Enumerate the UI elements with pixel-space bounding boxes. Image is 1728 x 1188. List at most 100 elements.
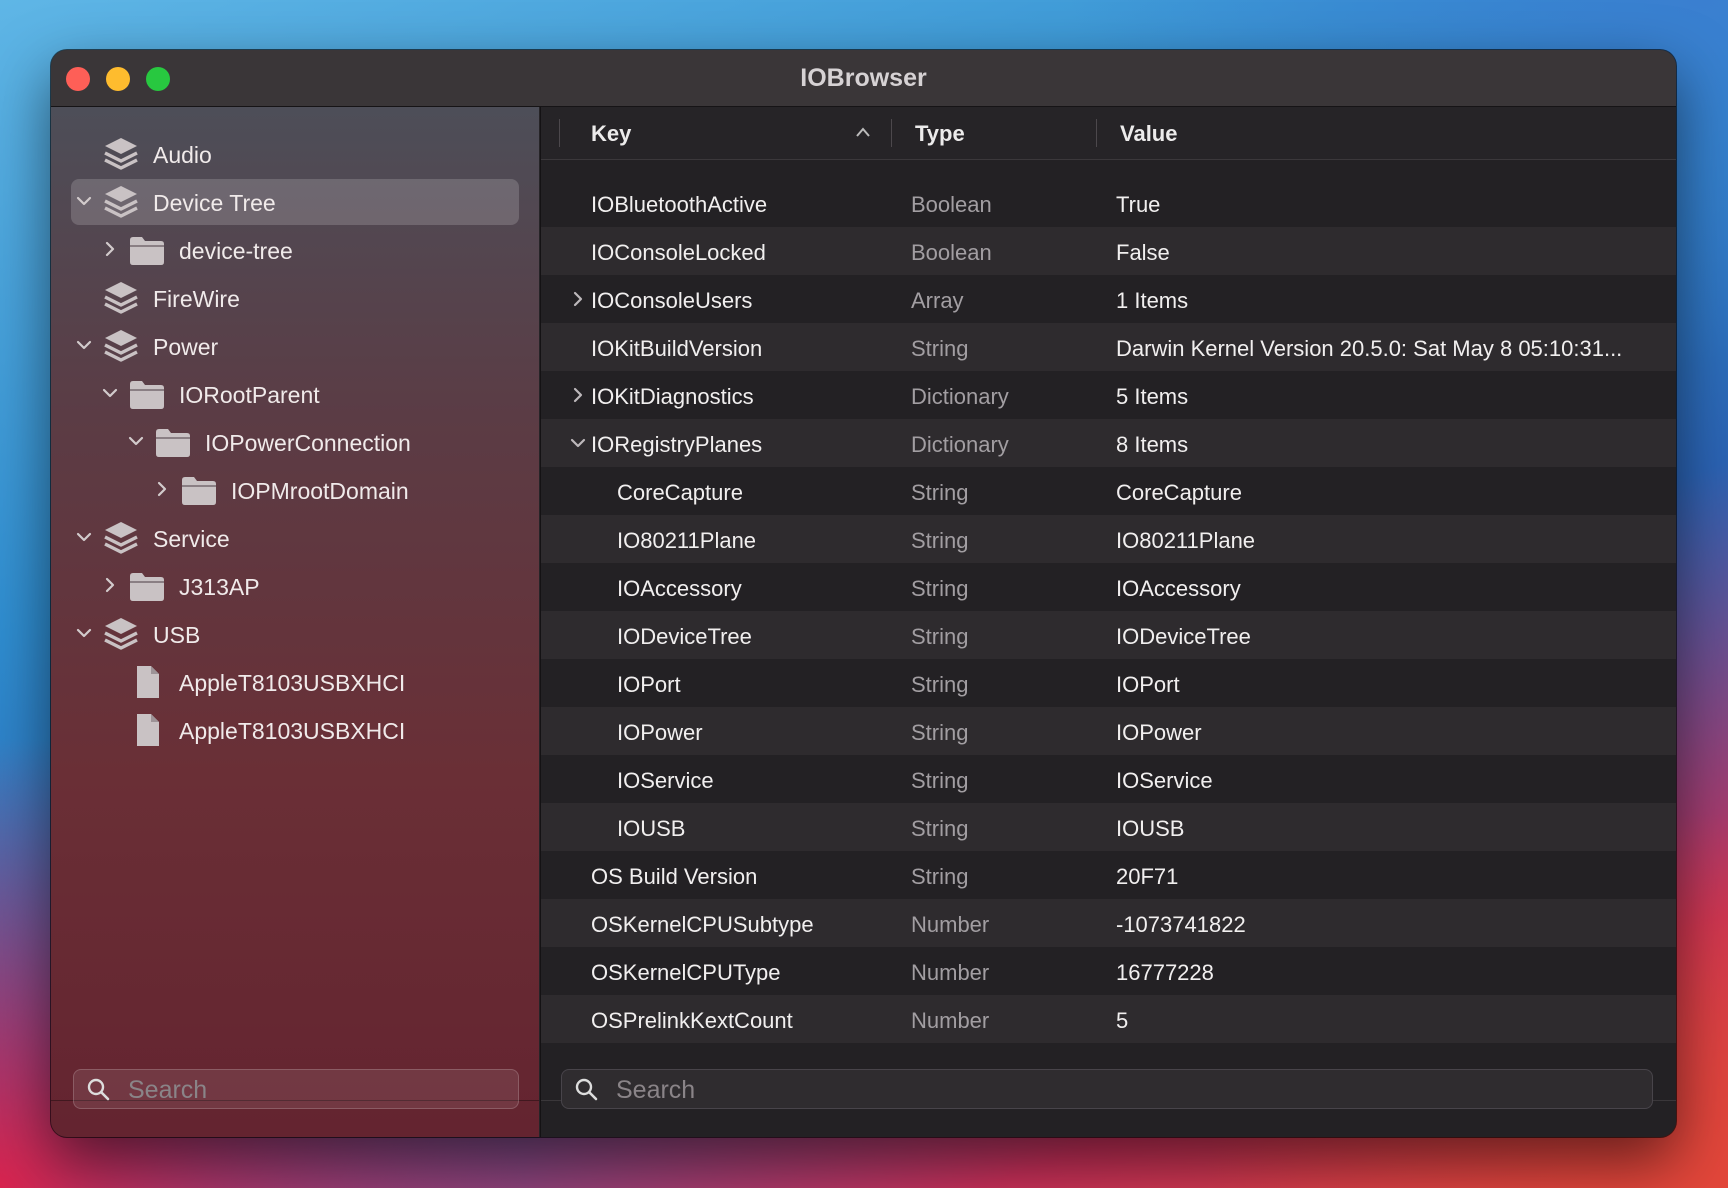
table-row[interactable]: IOConsoleUsers Array 1 Items	[541, 275, 1676, 323]
table-row[interactable]: IOBluetoothActive Boolean True	[541, 179, 1676, 227]
sidebar-item[interactable]: Audio	[71, 131, 519, 177]
sidebar-search-input[interactable]	[126, 1073, 486, 1107]
column-divider[interactable]	[1096, 119, 1097, 147]
cell-value: IOUSB	[1116, 816, 1185, 841]
cell-key: IOKitBuildVersion	[591, 336, 763, 361]
sidebar-item[interactable]: AppleT8103USBXHCI	[71, 707, 519, 753]
sidebar-item[interactable]: IORootParent	[71, 371, 519, 417]
cell-type: Boolean	[911, 192, 992, 217]
column-header-type[interactable]: Type	[915, 121, 965, 147]
chevron-right-icon[interactable]	[100, 575, 122, 597]
sidebar-item-label: USB	[153, 622, 201, 648]
column-header-key[interactable]: Key	[591, 121, 631, 147]
cell-key: IOService	[617, 768, 714, 793]
table-row[interactable]: IOService String IOService	[541, 755, 1676, 803]
table-row[interactable]: OSKernelCPUSubtype Number -1073741822	[541, 899, 1676, 947]
cell-key: OSKernelCPUSubtype	[591, 912, 814, 937]
cell-type: Dictionary	[911, 432, 1009, 457]
cell-type: Dictionary	[911, 384, 1009, 409]
folder-icon	[127, 232, 167, 268]
table-row[interactable]: OS Build Version String 20F71	[541, 851, 1676, 899]
sidebar-item[interactable]: Device Tree	[71, 179, 519, 225]
chevron-down-icon[interactable]	[126, 431, 148, 453]
sidebar-item[interactable]: Power	[71, 323, 519, 369]
table-row[interactable]: IOPort String IOPort	[541, 659, 1676, 707]
sidebar-search-field[interactable]	[73, 1069, 519, 1109]
layers-icon	[101, 328, 141, 364]
folder-icon	[153, 424, 193, 460]
layers-icon	[101, 136, 141, 172]
table-row[interactable]: OSKernelCPUType Number 16777228	[541, 947, 1676, 995]
cell-value: False	[1116, 240, 1170, 265]
chevron-down-icon[interactable]	[568, 433, 588, 453]
sidebar-item-label: Power	[153, 334, 219, 360]
table-row[interactable]: IO80211Plane String IO80211Plane	[541, 515, 1676, 563]
column-divider[interactable]	[891, 119, 892, 147]
sidebar-item-label: IOPowerConnection	[205, 430, 411, 456]
table-row[interactable]: IODeviceTree String IODeviceTree	[541, 611, 1676, 659]
cell-value: 20F71	[1116, 864, 1179, 889]
sidebar-item[interactable]: USB	[71, 611, 519, 657]
cell-key: OS Build Version	[591, 864, 758, 889]
cell-value: IOAccessory	[1116, 576, 1241, 601]
sidebar-item-label: IORootParent	[179, 382, 320, 408]
sidebar-item[interactable]: device-tree	[71, 227, 519, 273]
cell-value: True	[1116, 192, 1161, 217]
sidebar-item-label: device-tree	[179, 238, 293, 264]
table-row[interactable]: IOAccessory String IOAccessory	[541, 563, 1676, 611]
cell-value: IOPower	[1116, 720, 1202, 745]
sidebar-item[interactable]: IOPowerConnection	[71, 419, 519, 465]
sidebar-item-label: IOPMrootDomain	[231, 478, 409, 504]
sidebar-item[interactable]: AppleT8103USBXHCI	[71, 659, 519, 705]
chevron-right-icon[interactable]	[568, 289, 588, 309]
cell-type: String	[911, 864, 969, 889]
chevron-down-icon[interactable]	[74, 527, 96, 549]
sidebar-item-label: AppleT8103USBXHCI	[179, 670, 406, 696]
table-row[interactable]: OSPrelinkKextCount Number 5	[541, 995, 1676, 1043]
table-row[interactable]: CoreCapture String CoreCapture	[541, 467, 1676, 515]
table-row[interactable]: IORegistryPlanes Dictionary 8 Items	[541, 419, 1676, 467]
cell-type: String	[911, 576, 969, 601]
layers-icon	[101, 280, 141, 316]
search-icon	[575, 1078, 598, 1101]
chevron-right-icon[interactable]	[568, 385, 588, 405]
table-row[interactable]: IOKitBuildVersion String Darwin Kernel Ver…	[541, 323, 1676, 371]
cell-value: 5	[1116, 1008, 1129, 1033]
properties-search-input[interactable]	[614, 1073, 1490, 1107]
table-row[interactable]: IOPower String IOPower	[541, 707, 1676, 755]
sidebar: Audio Device Tree device-tree FireWire Power…	[51, 107, 539, 1137]
sidebar-item[interactable]: FireWire	[71, 275, 519, 321]
sidebar-item[interactable]: J313AP	[71, 563, 519, 609]
sort-ascending-icon[interactable]	[855, 125, 871, 139]
cell-type: String	[911, 720, 969, 745]
table-row[interactable]: IOConsoleLocked Boolean False	[541, 227, 1676, 275]
sidebar-item[interactable]: IOPMrootDomain	[71, 467, 519, 513]
cell-value: Darwin Kernel Version 20.5.0: Sat May 8 …	[1116, 336, 1623, 361]
chevron-right-icon[interactable]	[152, 479, 174, 501]
sidebar-item[interactable]: Service	[71, 515, 519, 561]
cell-value: 8 Items	[1116, 432, 1189, 457]
cell-value: 1 Items	[1116, 288, 1189, 313]
sidebar-item-label: Service	[153, 526, 230, 552]
chevron-down-icon[interactable]	[74, 191, 96, 213]
title-bar: IOBrowser	[51, 50, 1676, 107]
cell-value: 5 Items	[1116, 384, 1189, 409]
table-row[interactable]: IOKitDiagnostics Dictionary 5 Items	[541, 371, 1676, 419]
window-title: IOBrowser	[800, 64, 927, 92]
properties-search-field[interactable]	[561, 1069, 1653, 1109]
cell-value: IOService	[1116, 768, 1213, 793]
table-row[interactable]: IOUSB String IOUSB	[541, 803, 1676, 851]
chevron-down-icon[interactable]	[100, 383, 122, 405]
cell-key: IOConsoleUsers	[591, 288, 753, 313]
plane-tree: Audio Device Tree device-tree FireWire Power…	[51, 107, 539, 1097]
sidebar-item-label: FireWire	[153, 286, 240, 312]
cell-key: IOBluetoothActive	[591, 192, 768, 217]
chevron-down-icon[interactable]	[74, 623, 96, 645]
chevron-right-icon[interactable]	[100, 239, 122, 261]
cell-value: IODeviceTree	[1116, 624, 1251, 649]
cell-key: IODeviceTree	[617, 624, 752, 649]
column-divider	[559, 119, 560, 147]
chevron-down-icon[interactable]	[74, 335, 96, 357]
column-header-value[interactable]: Value	[1120, 121, 1177, 147]
cell-key: IOPort	[617, 672, 681, 697]
